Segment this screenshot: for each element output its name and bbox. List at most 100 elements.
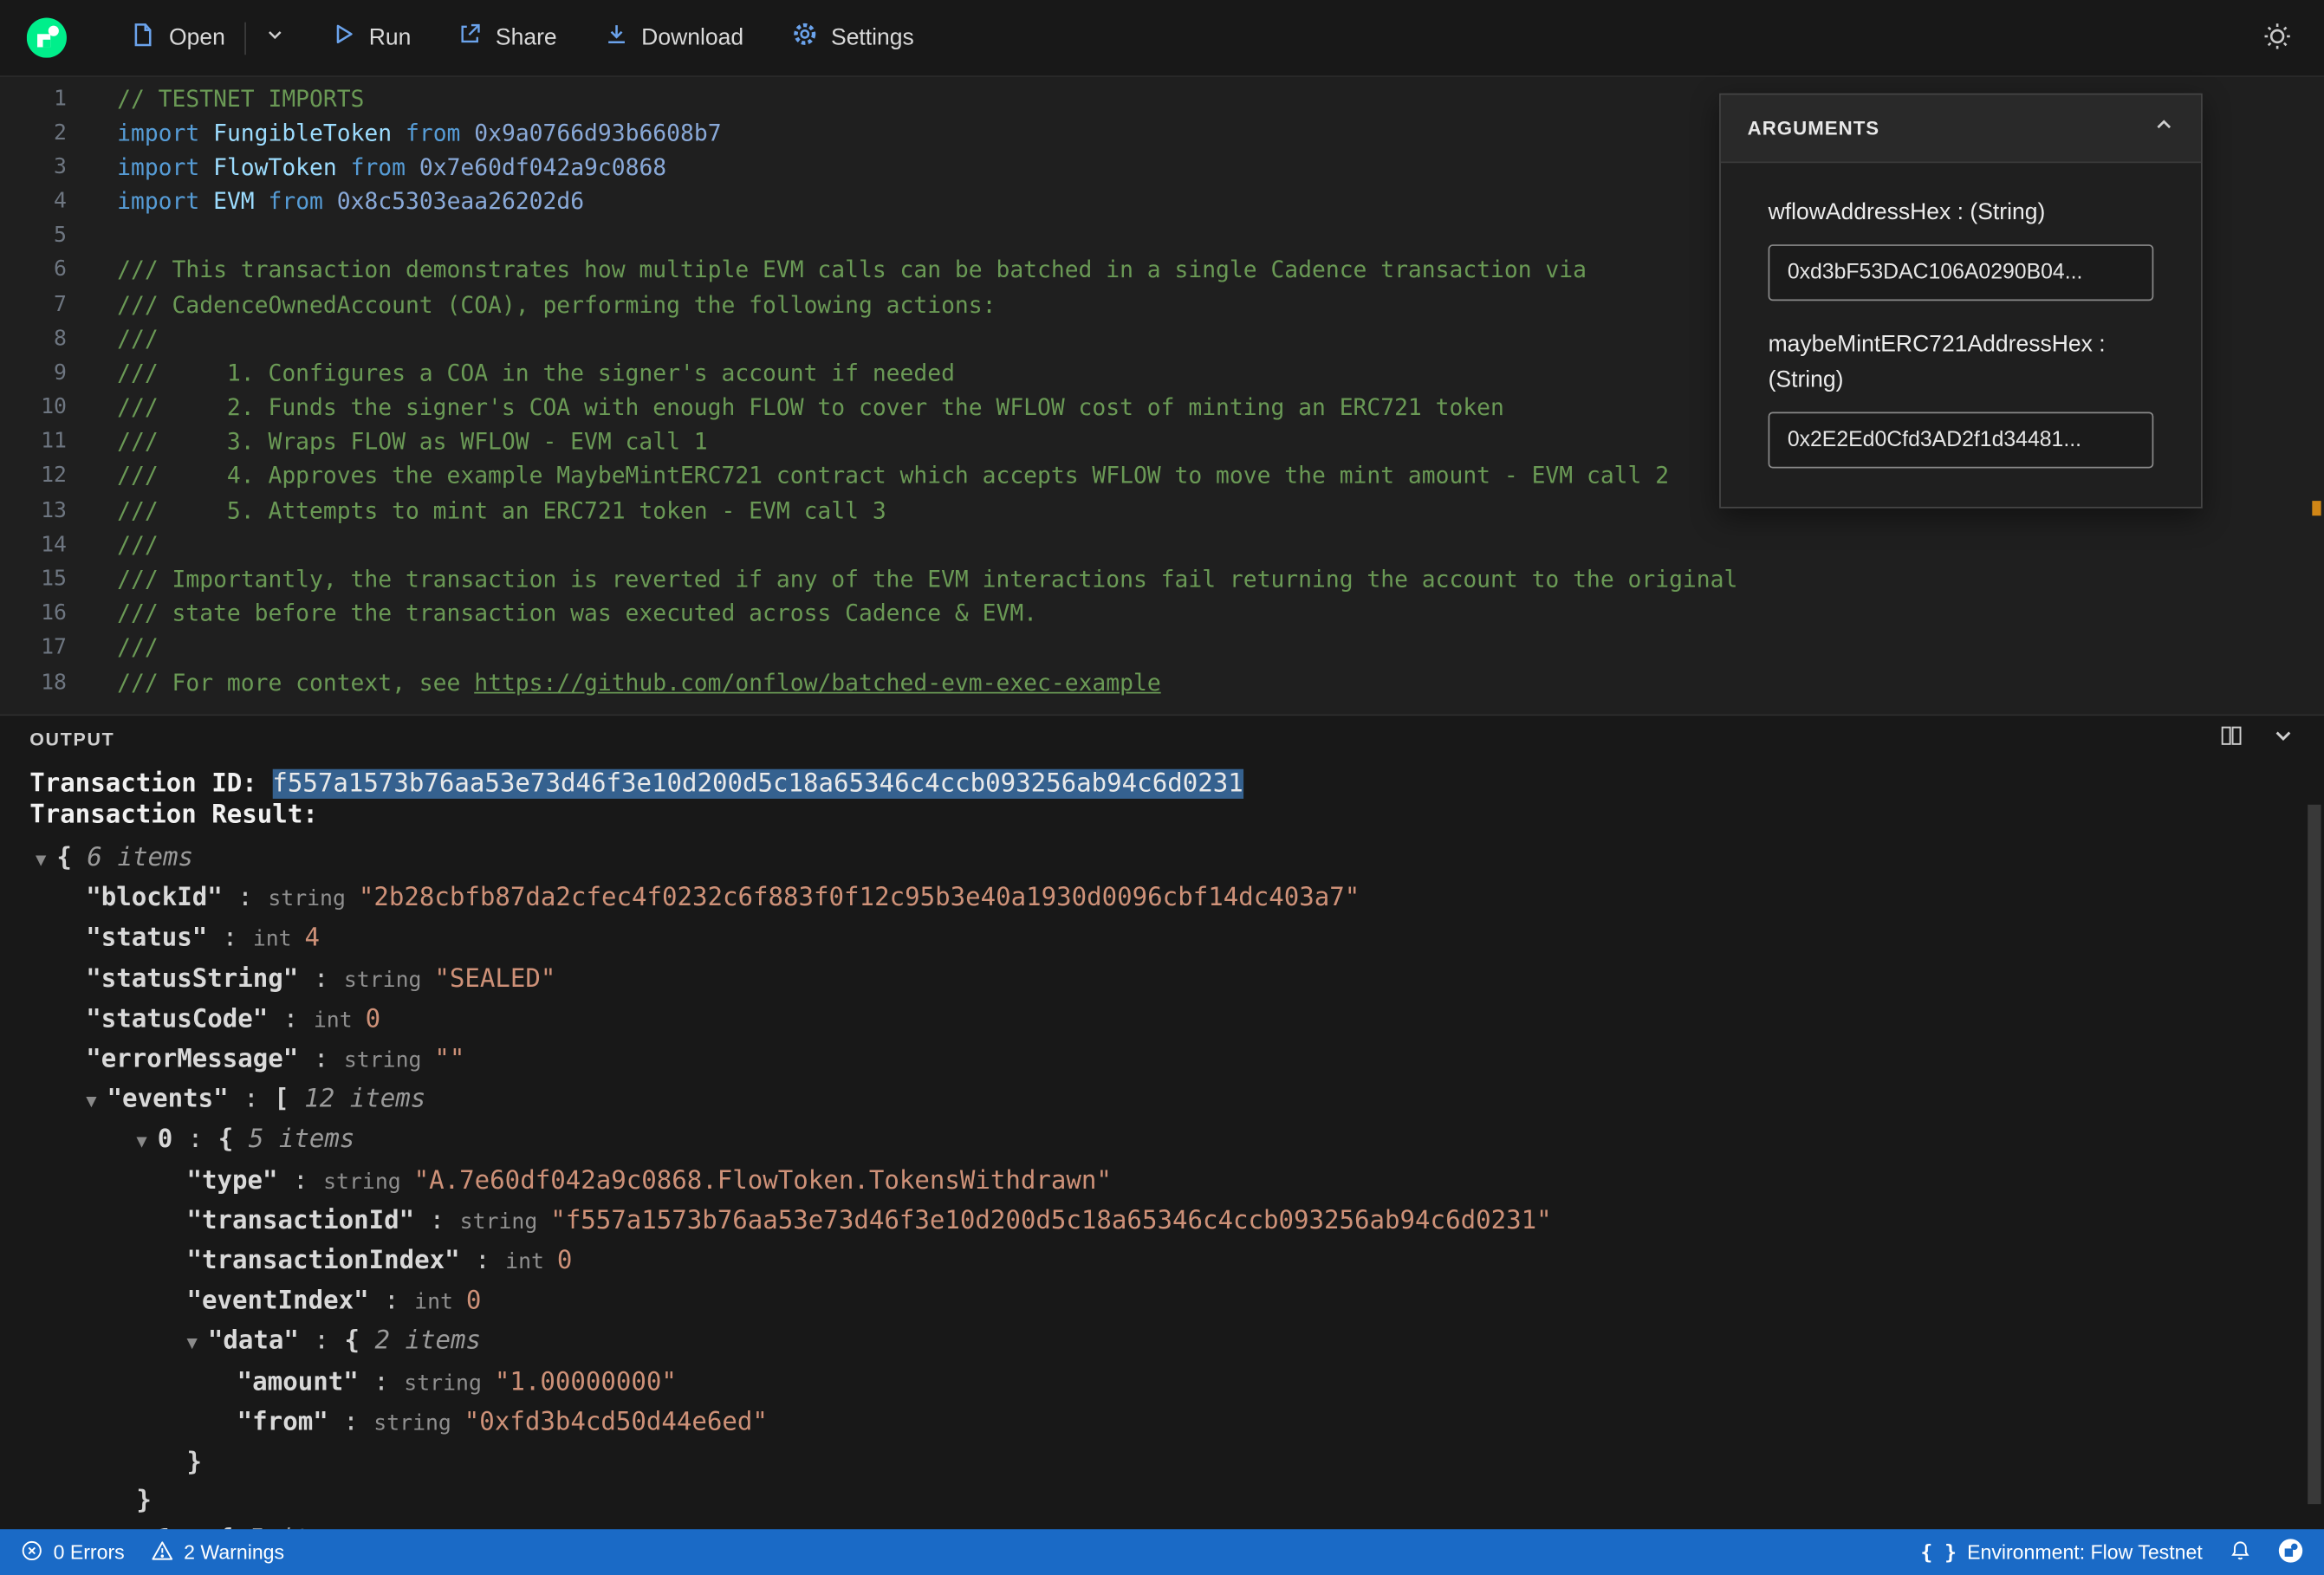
- run-button[interactable]: Run: [319, 13, 425, 62]
- code-text: /// This transaction demonstrates how mu…: [117, 257, 1587, 284]
- download-button[interactable]: Download: [591, 13, 756, 62]
- tree-token: 2 items: [360, 1326, 482, 1357]
- code-token: EVM: [213, 188, 255, 216]
- argument-input[interactable]: [1768, 412, 2154, 469]
- code-token: import: [117, 153, 214, 181]
- argument-input[interactable]: [1768, 244, 2154, 301]
- json-tree-row: "errorMessage" : string "": [29, 1040, 2324, 1081]
- collapse-arrow-icon[interactable]: ▼: [136, 1522, 146, 1529]
- line-number: 18: [41, 670, 67, 695]
- tree-token: [: [274, 1085, 289, 1115]
- line-number: 1: [54, 87, 67, 111]
- tree-token: "f557a1573b76aa53e73d46f3e10d200d5c18a65…: [550, 1206, 1552, 1236]
- tree-token: "status": [86, 924, 208, 954]
- warnings-status[interactable]: 2 Warnings: [151, 1539, 284, 1565]
- toolbar: Open Run Share Download Settings: [0, 0, 2324, 77]
- line-number: 15: [41, 567, 67, 592]
- collapse-arrow-icon[interactable]: ▼: [36, 840, 46, 879]
- code-token: // TESTNET IMPORTS: [117, 85, 365, 113]
- toolbar-separator: [244, 21, 246, 55]
- code-token: /// CadenceOwnedAccount (COA), performin…: [117, 291, 996, 319]
- code-token: 0x9a0766d93b6608b7: [474, 120, 722, 146]
- code-token: 0x8c5303eaa26202d6: [336, 188, 585, 216]
- collapse-arrow-icon[interactable]: ▼: [86, 1082, 96, 1121]
- line-number: 9: [54, 361, 67, 386]
- tree-token: "A.7e60df042a9c0868.FlowToken.TokensWith…: [413, 1165, 1112, 1196]
- open-button[interactable]: Open: [117, 13, 238, 63]
- tree-token: "statusString": [86, 963, 299, 995]
- json-tree-row: ▼1 : { 5 items: [29, 1521, 2324, 1529]
- arguments-fields: wflowAddressHex : (String) maybeMintERC72…: [1721, 163, 2201, 507]
- line-number: 7: [54, 293, 67, 317]
- tree-token: "transactionId": [186, 1206, 415, 1236]
- tree-token: :: [459, 1246, 506, 1276]
- tree-token: :: [368, 1287, 415, 1317]
- line-number: 14: [41, 533, 67, 557]
- open-group: Open: [117, 13, 298, 63]
- code-line[interactable]: 14 ///: [0, 528, 2324, 562]
- code-token: /// 1. Configures a COA in the signer's …: [117, 360, 955, 387]
- code-token: /// Importantly, the transaction is reve…: [117, 566, 1738, 593]
- code-line[interactable]: 15 /// Importantly, the transaction is re…: [0, 562, 2324, 597]
- notifications-button[interactable]: [2230, 1539, 2252, 1565]
- code-text: /// 4. Approves the example MaybeMintERC…: [117, 463, 1669, 489]
- tree-token: :: [414, 1206, 460, 1236]
- json-tree-row: ▼ 0 : { 5 items: [29, 1121, 2324, 1162]
- line-number: 6: [54, 258, 67, 282]
- code-text: /// 3. Wraps FLOW as WFLOW - EVM call 1: [117, 429, 708, 456]
- tree-token: string: [323, 1170, 414, 1194]
- share-button[interactable]: Share: [445, 13, 570, 62]
- settings-label: Settings: [831, 24, 914, 50]
- line-number: 10: [41, 395, 67, 420]
- code-text: ///: [117, 326, 159, 353]
- code-token: import: [117, 120, 214, 146]
- arguments-header[interactable]: ARGUMENTS: [1720, 94, 2202, 164]
- chevron-up-icon[interactable]: [2153, 114, 2174, 142]
- code-token: ///: [117, 531, 159, 559]
- tree-token: :: [277, 1165, 324, 1196]
- arguments-panel: ARGUMENTS wflowAddressHex : (String) mayb…: [1719, 93, 2203, 509]
- json-tree-row: ▼ { 6 items: [29, 839, 2324, 879]
- code-line[interactable]: 18 /// For more context, see https://gith…: [0, 665, 2324, 700]
- tree-token: 5 items: [233, 1125, 355, 1156]
- split-editor-icon[interactable]: [2220, 724, 2243, 754]
- share-label: Share: [495, 24, 557, 50]
- tree-token: :: [222, 883, 269, 913]
- code-text: /// For more context, see https://github…: [117, 669, 1161, 696]
- environment-status[interactable]: { } Environment: Flow Testnet: [1920, 1540, 2202, 1564]
- tree-token: 0: [365, 1004, 381, 1034]
- run-label: Run: [368, 24, 412, 50]
- flow-badge-button[interactable]: [2278, 1538, 2303, 1567]
- tree-token: 6 items: [71, 843, 194, 873]
- json-tree-row: "statusCode" : int 0: [29, 1000, 2324, 1040]
- code-text: import EVM from 0x8c5303eaa26202d6: [117, 188, 584, 215]
- open-dropdown-button[interactable]: [252, 16, 298, 60]
- line-number: 13: [41, 498, 67, 523]
- json-tree: ▼ { 6 items "blockId" : string "2b28cbfb87…: [0, 839, 2324, 1529]
- tree-token: string: [404, 1371, 495, 1396]
- transaction-result-label: Transaction Result:: [29, 799, 318, 830]
- tree-token: "eventIndex": [186, 1287, 369, 1317]
- line-number: 17: [41, 636, 67, 660]
- output-scrollbar[interactable]: [2308, 804, 2321, 1505]
- collapse-arrow-icon[interactable]: ▼: [136, 1123, 146, 1162]
- code-line[interactable]: 16 /// state before the transaction was e…: [0, 597, 2324, 632]
- arguments-title: ARGUMENTS: [1747, 117, 1880, 139]
- tree-token: "blockId": [86, 883, 223, 913]
- code-token: /// state before the transaction was exe…: [117, 600, 1038, 627]
- code-link[interactable]: https://github.com/onflow/batched-evm-ex…: [474, 669, 1160, 696]
- tree-token: "statusCode": [86, 1004, 269, 1034]
- tree-token: string: [459, 1210, 551, 1235]
- settings-button[interactable]: Settings: [777, 12, 927, 64]
- code-editor[interactable]: 1 // TESTNET IMPORTS 2 import FungibleToken…: [0, 76, 2324, 715]
- code-line[interactable]: 17 ///: [0, 631, 2324, 665]
- theme-toggle-button[interactable]: [2257, 16, 2297, 60]
- collapse-output-icon[interactable]: [2272, 724, 2295, 754]
- tree-token: "data": [207, 1326, 299, 1357]
- collapse-arrow-icon[interactable]: ▼: [187, 1324, 198, 1363]
- flow-logo[interactable]: [26, 17, 67, 58]
- download-label: Download: [641, 24, 744, 50]
- open-file-icon: [131, 22, 156, 55]
- tree-token: 0: [556, 1246, 573, 1276]
- errors-status[interactable]: 0 Errors: [21, 1539, 125, 1565]
